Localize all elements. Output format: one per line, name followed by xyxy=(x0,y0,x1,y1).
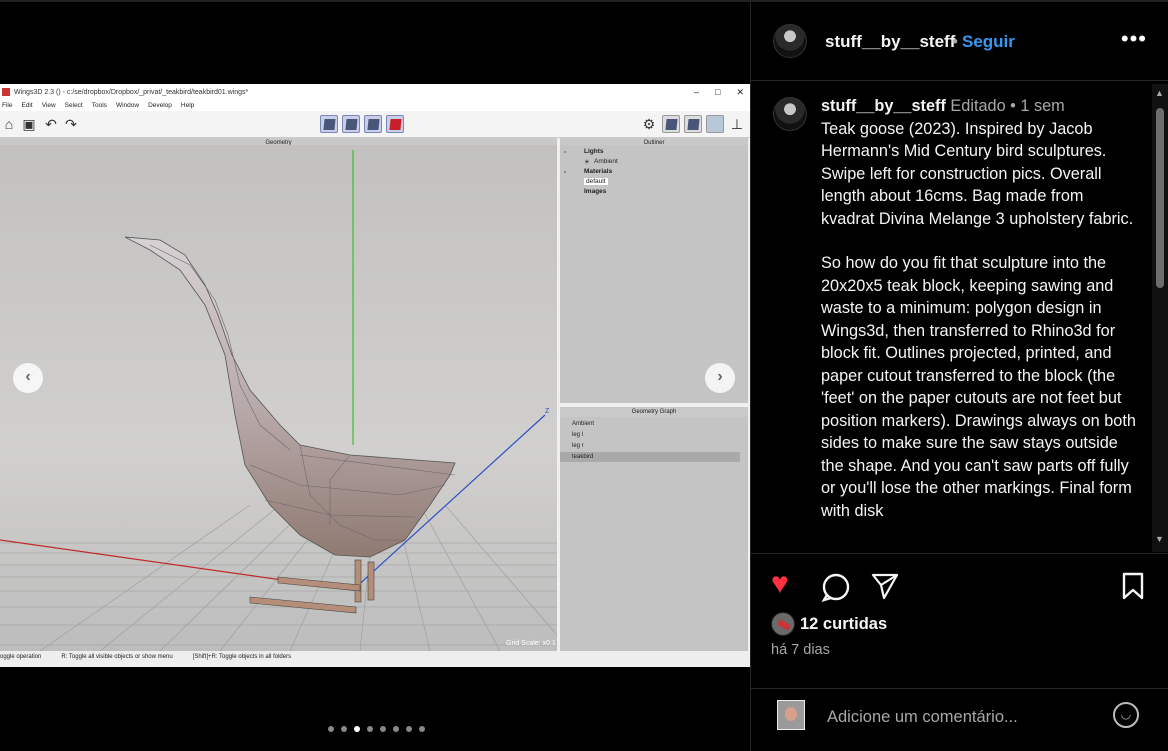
header-separator: • xyxy=(952,32,958,51)
caption-text: stuff__by__steff Editado • 1 sem Teak go… xyxy=(821,95,1139,522)
geograph-row-leg-r: leg r xyxy=(572,443,584,449)
heart-icon[interactable]: ♥ xyxy=(771,569,789,599)
caption-avatar[interactable] xyxy=(773,97,807,131)
caption-meta: Editado • 1 sem xyxy=(950,97,1065,115)
scroll-down-icon[interactable]: ▼ xyxy=(1155,534,1164,544)
vertex-mode-icon xyxy=(320,115,338,133)
menu-help: Help xyxy=(180,102,195,109)
avatar[interactable] xyxy=(773,24,807,58)
scrollbar-thumb[interactable] xyxy=(1156,108,1164,288)
wings-titlebar: Wings3D 2.3 () - c:/se/dropbox/Dropbox/_… xyxy=(0,84,750,100)
save-icon: ▣ xyxy=(22,116,36,132)
outliner-ambient: Ambient xyxy=(594,158,618,165)
follow-button[interactable]: Seguir xyxy=(962,32,1015,52)
maximize-icon: □ xyxy=(715,87,721,97)
geometry-viewport: Z Grid Scale: x0.1 xyxy=(0,145,558,652)
carousel-dot xyxy=(380,726,386,732)
menu-view: View xyxy=(41,102,56,109)
shaded-icon xyxy=(684,115,702,133)
emoji-icon[interactable]: ◡ xyxy=(1113,702,1139,728)
menu-edit: Edit xyxy=(21,102,33,109)
collapse-materials-icon: ▫ xyxy=(564,169,567,176)
grid-scale-label: Grid Scale: x0.1 xyxy=(506,640,556,647)
carousel-dot xyxy=(328,726,334,732)
face-mode-icon xyxy=(364,115,382,133)
comment-composer: Adicione um comentário... ◡ xyxy=(751,688,1168,751)
carousel-next-button[interactable]: › xyxy=(705,363,735,393)
caption-paragraph-2: So how do you fit that sculpture into th… xyxy=(821,254,1141,520)
current-user-avatar xyxy=(777,700,805,730)
instagram-post-view: Wings3D 2.3 () - c:/se/dropbox/Dropbox/_… xyxy=(0,0,1168,751)
wings-statusbar: oggle operation R: Toggle all visible ob… xyxy=(0,651,750,663)
menu-tools: Tools xyxy=(91,102,107,109)
body-mode-icon xyxy=(386,115,404,133)
carousel-prev-button[interactable]: ‹ xyxy=(13,363,43,393)
wings-app-icon xyxy=(2,88,10,96)
status-toggle-operation: oggle operation xyxy=(0,654,42,660)
share-icon[interactable] xyxy=(871,572,899,604)
caption-area: stuff__by__steff Editado • 1 sem Teak go… xyxy=(751,82,1168,552)
carousel-dot xyxy=(419,726,425,732)
status-toggle-folders: [Shift]+R: Toggle objects in all folders xyxy=(192,654,292,660)
liker-avatar[interactable] xyxy=(771,612,795,636)
wings-toolbar: ⌂ ▣ ↶ ↷ ⚙ ⊥ xyxy=(0,111,750,138)
carousel-dot xyxy=(367,726,373,732)
media-area: Wings3D 2.3 () - c:/se/dropbox/Dropbox/_… xyxy=(0,0,750,751)
post-side-panel: stuff__by__steff • Seguir ••• stuff__by_… xyxy=(750,0,1168,751)
grid-icon xyxy=(706,115,724,133)
menu-file: File xyxy=(2,102,13,109)
geograph-row-teakbird: teakbird xyxy=(560,452,740,462)
viewport-scene: Z Grid Scale: x0.1 xyxy=(0,150,558,652)
close-icon: ✕ xyxy=(736,87,744,97)
light-bulb-icon: ☀ xyxy=(584,159,590,166)
teakbird-mesh xyxy=(124,236,456,558)
collapse-lights-icon: ▫ xyxy=(564,149,567,156)
bookmark-icon[interactable] xyxy=(1121,572,1145,604)
geometry-graph-panel: Ambient leg l leg r teakbird xyxy=(560,417,748,651)
post-time[interactable]: há 7 dias xyxy=(771,642,830,658)
more-options-icon[interactable]: ••• xyxy=(1121,26,1147,52)
minimize-icon: – xyxy=(694,87,700,97)
menu-window: Window xyxy=(115,102,140,109)
geograph-row-ambient: Ambient xyxy=(572,421,595,427)
comment-icon[interactable] xyxy=(821,572,851,606)
carousel-dot xyxy=(341,726,347,732)
outliner-images: Images xyxy=(584,188,607,195)
z-axis-label: Z xyxy=(545,408,550,415)
post-header: stuff__by__steff • Seguir ••• xyxy=(751,2,1168,81)
comment-input[interactable]: Adicione um comentário... xyxy=(827,708,1018,727)
post-actions: ♥ 12 curtidas há 7 dias xyxy=(751,553,1168,688)
axes-icon: ⊥ xyxy=(730,116,744,132)
scroll-up-icon[interactable]: ▲ xyxy=(1155,88,1164,98)
outliner-default: default xyxy=(584,178,608,185)
carousel-dots xyxy=(328,726,425,732)
outliner-lights: Lights xyxy=(584,148,604,155)
geograph-row-leg-l: leg l xyxy=(572,432,584,438)
wireframe-icon xyxy=(662,115,680,133)
open-folder-icon: ⌂ xyxy=(4,116,14,132)
window-controls: – □ ✕ xyxy=(694,84,744,100)
caption-paragraph-1: Teak goose (2023). Inspired by Jacob Her… xyxy=(821,119,1134,228)
edge-mode-icon xyxy=(342,115,360,133)
undo-icon: ↶ xyxy=(45,116,57,132)
wings-window-title: Wings3D 2.3 () - c:/se/dropbox/Dropbox/_… xyxy=(14,88,249,96)
carousel-dot xyxy=(393,726,399,732)
menu-develop: Develop xyxy=(148,102,172,109)
caption-scrollbar[interactable]: ▲ ▼ xyxy=(1152,84,1168,552)
header-username[interactable]: stuff__by__steff xyxy=(825,32,955,52)
caption-username[interactable]: stuff__by__steff xyxy=(821,97,946,115)
carousel-dot-active xyxy=(354,726,360,732)
outliner-materials: Materials xyxy=(584,168,613,175)
redo-icon: ↷ xyxy=(65,116,77,132)
wings-menubar: File Edit View Select Tools Window Devel… xyxy=(0,100,750,111)
likes-count[interactable]: 12 curtidas xyxy=(800,615,887,634)
carousel-dot xyxy=(406,726,412,732)
teakbird-legs xyxy=(249,559,375,614)
menu-select: Select xyxy=(64,102,83,109)
geograph-title: Geometry Graph xyxy=(560,407,748,417)
gear-icon: ⚙ xyxy=(642,116,656,132)
status-toggle-visible: R: Toggle all visible objects or show me… xyxy=(61,654,173,660)
